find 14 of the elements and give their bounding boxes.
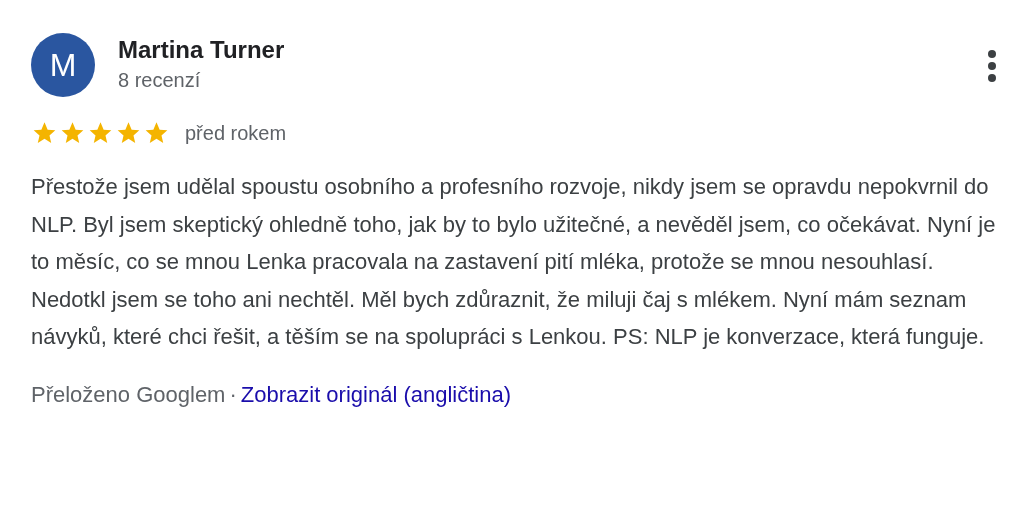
review-text: Přestože jsem udělal spoustu osobního a profesního rozvoje, nikdy jsem se opravdu nepokvrnil do NLP. Byl jsem skeptický ohledně toho, jak by to bylo užitečné, a nevěděl jsem, co očekávat. Nyní je to měsíc, co se mnou Lenka pracovala na zastavení pití mléka, protože se mnou nesouhlasí. Nedotkl jsem se toho ani nechtěl. Měl bych zdůraznit, že miluji čaj s mlékem. Nyní mám seznam návyků, které chci řešit, a těším se na spolupráci s Lenkou. PS: NLP je konverzace, která funguje. bbox=[31, 173, 996, 351]
show-original-link[interactable]: Zobrazit originál (angličtina) bbox=[240, 381, 511, 408]
star-icon bbox=[115, 120, 142, 146]
kebab-menu-icon bbox=[987, 49, 997, 83]
avatar: M bbox=[31, 33, 95, 97]
review-count: 8 recenzí bbox=[118, 68, 202, 93]
star-icon bbox=[31, 120, 58, 146]
star-icon bbox=[59, 120, 86, 146]
translation-note: Přeloženo Googlem bbox=[31, 381, 226, 408]
author-name: Martina Turner bbox=[118, 35, 285, 65]
star-icon bbox=[87, 120, 114, 146]
separator-dot: · bbox=[229, 381, 237, 408]
star-icon bbox=[143, 120, 170, 146]
review-date: před rokem bbox=[185, 121, 287, 145]
